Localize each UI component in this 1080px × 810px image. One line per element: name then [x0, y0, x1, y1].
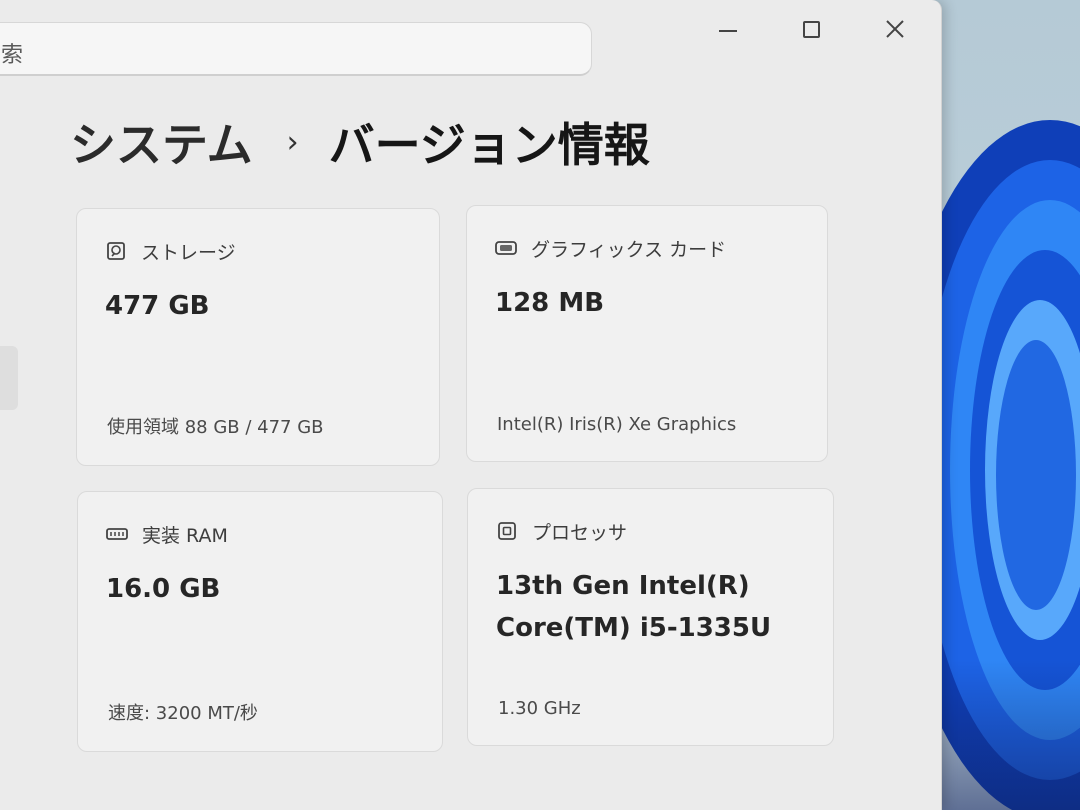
graphics-card-detail: Intel(R) Iris(R) Xe Graphics: [497, 414, 737, 435]
processor-icon: [496, 520, 518, 542]
minimize-button[interactable]: [704, 8, 752, 50]
card-header: グラフィックス カード: [495, 234, 726, 262]
breadcrumb-separator: ›: [286, 124, 299, 160]
graphics-card-icon: [495, 237, 517, 259]
card-header: ストレージ: [105, 237, 236, 265]
page-title: バージョン情報: [328, 118, 650, 172]
search-text: 索: [1, 43, 24, 68]
graphics-card-card[interactable]: グラフィックス カード 128 MB Intel(R) Iris(R) Xe G…: [466, 205, 828, 462]
ram-value: 16.0 GB: [106, 574, 221, 604]
graphics-card-value: 128 MB: [495, 288, 605, 318]
minimize-icon: [719, 30, 737, 32]
card-header: 実装 RAM: [106, 520, 228, 548]
processor-label: プロセッサ: [532, 521, 628, 544]
wallpaper-shade: [930, 660, 1080, 810]
processor-card[interactable]: プロセッサ 13th Gen Intel(R) Core(TM) i5-1335…: [467, 488, 834, 746]
ram-label: 実装 RAM: [142, 524, 228, 547]
storage-detail: 使用領域 88 GB / 477 GB: [107, 417, 324, 438]
storage-icon: [105, 240, 127, 262]
search-input[interactable]: 索: [0, 22, 592, 76]
nav-item-partial[interactable]: [0, 346, 18, 410]
card-header: プロセッサ: [496, 517, 627, 545]
graphics-card-label: グラフィックス カード: [531, 238, 727, 261]
breadcrumb-parent[interactable]: システム: [70, 109, 253, 175]
processor-value: 13th Gen Intel(R) Core(TM) i5-1335U: [496, 565, 771, 649]
wallpaper-bloom: [996, 340, 1076, 610]
storage-card[interactable]: ストレージ 477 GB 使用領域 88 GB / 477 GB: [76, 208, 440, 466]
desktop-wallpaper: [930, 0, 1080, 810]
processor-value-line1: 13th Gen Intel(R): [496, 571, 750, 601]
close-button[interactable]: [871, 8, 919, 50]
storage-label: ストレージ: [141, 241, 236, 264]
processor-detail: 1.30 GHz: [498, 698, 581, 719]
maximize-icon: [802, 20, 820, 38]
memory-icon: [106, 523, 128, 545]
maximize-button[interactable]: [787, 8, 835, 50]
close-icon: [886, 20, 904, 38]
breadcrumb: システム › バージョン情報: [70, 110, 650, 174]
processor-value-line2: Core(TM) i5-1335U: [496, 613, 772, 643]
ram-card[interactable]: 実装 RAM 16.0 GB 速度: 3200 MT/秒: [77, 491, 443, 752]
settings-window: 索 システム › バージョン情報 ストレージ 477 GB 使用領域 88 GB…: [0, 0, 942, 810]
ram-detail: 速度: 3200 MT/秒: [108, 703, 258, 724]
storage-value: 477 GB: [105, 291, 210, 321]
